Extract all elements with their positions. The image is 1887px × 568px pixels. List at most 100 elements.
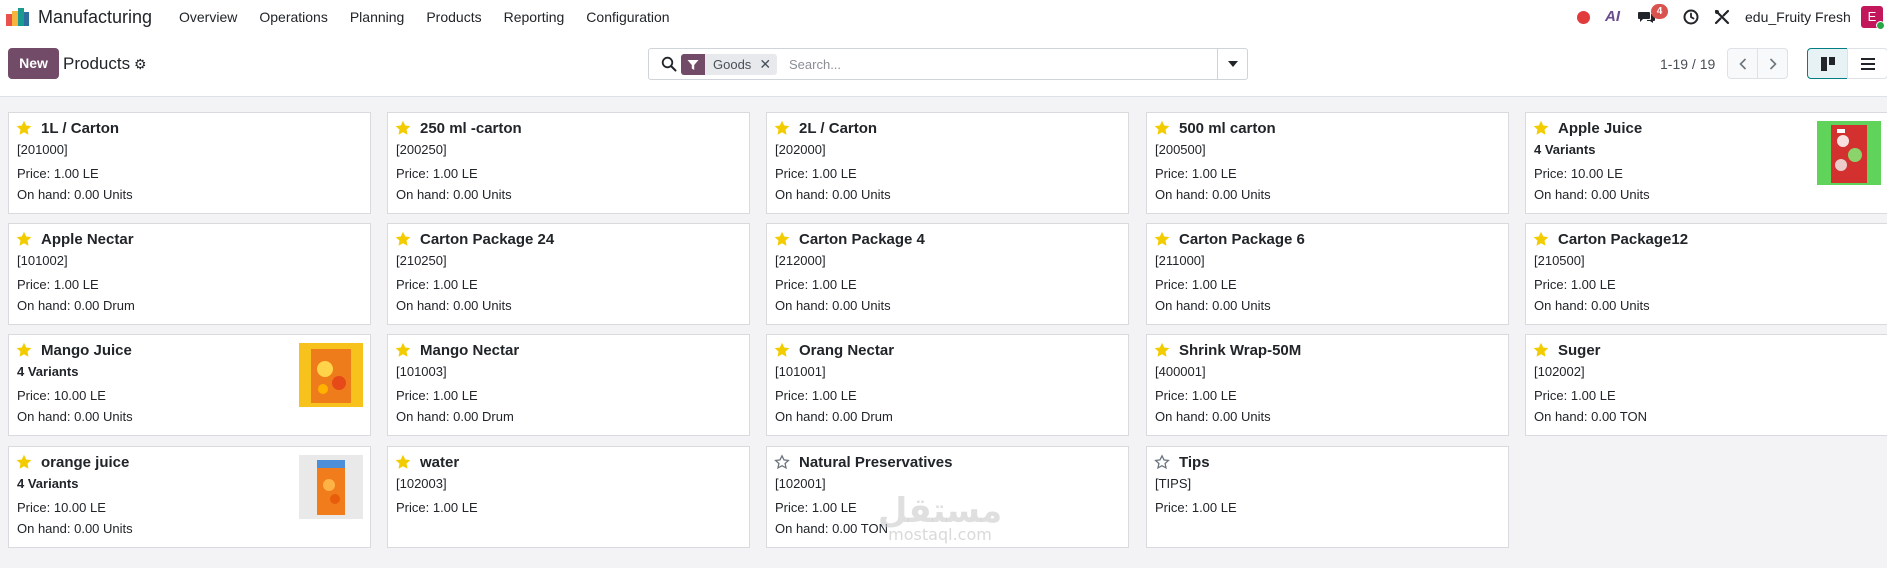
- product-price: Price: 10.00 LE: [17, 388, 106, 403]
- pager-value[interactable]: 1-19 / 19: [1660, 56, 1715, 72]
- product-name: Apple Nectar: [41, 231, 134, 248]
- product-price: Price: 1.00 LE: [396, 388, 478, 403]
- product-card[interactable]: Tips [TIPS] Price: 1.00 LE: [1146, 446, 1509, 548]
- favorite-star-icon[interactable]: [774, 342, 790, 358]
- product-name: Carton Package 24: [420, 231, 555, 248]
- product-on-hand: On hand: 0.00 Units: [1155, 187, 1271, 202]
- search-input[interactable]: [789, 54, 1189, 75]
- product-image: [1817, 121, 1881, 185]
- favorite-star-icon[interactable]: [1154, 120, 1170, 136]
- product-card[interactable]: 250 ml -carton [200250] Price: 1.00 LE On h…: [387, 112, 750, 214]
- product-on-hand: On hand: 0.00 Units: [396, 298, 512, 313]
- favorite-star-icon[interactable]: [395, 120, 411, 136]
- product-card[interactable]: Mango Nectar [101003] Price: 1.00 LE On han…: [387, 334, 750, 436]
- product-reference: [211000]: [1155, 253, 1205, 268]
- favorite-star-icon[interactable]: [1154, 231, 1170, 247]
- list-view-button[interactable]: [1847, 48, 1887, 79]
- product-on-hand: On hand: 0.00 Units: [1155, 298, 1271, 313]
- pager-next-button[interactable]: [1757, 48, 1788, 79]
- product-price: Price: 1.00 LE: [775, 388, 857, 403]
- product-card[interactable]: Carton Package 4 [212000] Price: 1.00 LE On…: [766, 223, 1129, 325]
- menu-configuration[interactable]: Configuration: [575, 0, 680, 34]
- product-card[interactable]: 500 ml carton [200500] Price: 1.00 LE On ha…: [1146, 112, 1509, 214]
- ai-icon[interactable]: AI: [1605, 8, 1620, 25]
- product-reference: [101001]: [775, 364, 826, 379]
- favorite-star-icon[interactable]: [1154, 342, 1170, 358]
- product-reference: [210500]: [1534, 253, 1585, 268]
- product-name: Mango Nectar: [420, 342, 520, 359]
- product-card[interactable]: Shrink Wrap-50M [400001] Price: 1.00 LE On …: [1146, 334, 1509, 436]
- chat-badge: 4: [1651, 4, 1668, 19]
- menu-overview[interactable]: Overview: [168, 0, 248, 34]
- product-reference: [101002]: [17, 253, 68, 268]
- debug-tools-icon[interactable]: [1714, 9, 1730, 25]
- search-icon[interactable]: [661, 56, 677, 72]
- activity-clock-icon[interactable]: [1683, 9, 1699, 25]
- menu-products[interactable]: Products: [415, 0, 492, 34]
- menu-reporting[interactable]: Reporting: [493, 0, 576, 34]
- product-price: Price: 1.00 LE: [1155, 166, 1237, 181]
- favorite-star-icon[interactable]: [774, 120, 790, 136]
- product-name: Apple Juice: [1558, 120, 1643, 137]
- product-card[interactable]: water [102003] Price: 1.00 LE: [387, 446, 750, 548]
- product-on-hand: On hand: 0.00 Units: [775, 187, 891, 202]
- favorite-star-outline-icon[interactable]: [774, 454, 790, 470]
- manufacturing-app-icon[interactable]: [6, 8, 29, 26]
- recording-indicator-icon[interactable]: [1577, 11, 1590, 24]
- product-on-hand: On hand: 0.00 Drum: [17, 298, 135, 313]
- product-card[interactable]: Mango Juice 4 Variants Price: 10.00 LE On h…: [8, 334, 371, 436]
- gear-icon[interactable]: ⚙: [134, 56, 147, 73]
- app-name[interactable]: Manufacturing: [38, 7, 152, 28]
- favorite-star-icon[interactable]: [1533, 231, 1549, 247]
- page-title: Products: [63, 54, 131, 73]
- company-switcher[interactable]: edu_Fruity Fresh: [1745, 9, 1851, 25]
- kanban-icon: [1820, 56, 1835, 71]
- product-name: orange juice: [41, 454, 130, 471]
- product-card[interactable]: Apple Nectar [101002] Price: 1.00 LE On han…: [8, 223, 371, 325]
- product-card[interactable]: Carton Package12 [210500] Price: 1.00 LE On…: [1525, 223, 1887, 325]
- search-facet-goods[interactable]: Goods ✕: [681, 54, 778, 75]
- search-options-toggle[interactable]: [1217, 49, 1247, 79]
- kanban-view-button[interactable]: [1807, 48, 1848, 79]
- product-name: 250 ml -carton: [420, 120, 522, 137]
- product-on-hand: On hand: 0.00 Units: [1534, 187, 1650, 202]
- product-reference: [212000]: [775, 253, 826, 268]
- product-name: Orang Nectar: [799, 342, 895, 359]
- favorite-star-icon[interactable]: [16, 454, 32, 470]
- favorite-star-icon[interactable]: [16, 342, 32, 358]
- product-card[interactable]: 1L / Carton [201000] Price: 1.00 LE On hand…: [8, 112, 371, 214]
- search-bar[interactable]: Goods ✕: [648, 48, 1248, 80]
- product-reference: [102003]: [396, 476, 447, 491]
- menu-operations[interactable]: Operations: [248, 0, 338, 34]
- favorite-star-icon[interactable]: [395, 454, 411, 470]
- menu-planning[interactable]: Planning: [339, 0, 416, 34]
- favorite-star-icon[interactable]: [774, 231, 790, 247]
- product-card[interactable]: Carton Package 6 [211000] Price: 1.00 LE On…: [1146, 223, 1509, 325]
- product-card[interactable]: Orang Nectar [101001] Price: 1.00 LE On han…: [766, 334, 1129, 436]
- favorite-star-icon[interactable]: [16, 120, 32, 136]
- product-reference: [102002]: [1534, 364, 1585, 379]
- favorite-star-outline-icon[interactable]: [1154, 454, 1170, 470]
- product-card[interactable]: Apple Juice 4 Variants Price: 10.00 LE On h…: [1525, 112, 1887, 214]
- close-icon[interactable]: ✕: [759, 56, 777, 73]
- product-card[interactable]: Suger [102002] Price: 1.00 LE On hand: 0.00…: [1525, 334, 1887, 436]
- pager-previous-button[interactable]: [1727, 48, 1758, 79]
- facet-label: Goods: [713, 57, 752, 72]
- product-image: [299, 455, 363, 519]
- product-reference: [200500]: [1155, 142, 1206, 157]
- favorite-star-icon[interactable]: [395, 342, 411, 358]
- favorite-star-icon[interactable]: [395, 231, 411, 247]
- favorite-star-icon[interactable]: [16, 231, 32, 247]
- product-price: Price: 1.00 LE: [17, 277, 99, 292]
- product-card[interactable]: 2L / Carton [202000] Price: 1.00 LE On hand…: [766, 112, 1129, 214]
- favorite-star-icon[interactable]: [1533, 120, 1549, 136]
- product-reference: [202000]: [775, 142, 826, 157]
- new-button[interactable]: New: [8, 48, 59, 79]
- product-card[interactable]: Carton Package 24 [210250] Price: 1.00 LE O…: [387, 223, 750, 325]
- product-name: Shrink Wrap-50M: [1179, 342, 1302, 359]
- favorite-star-icon[interactable]: [1533, 342, 1549, 358]
- product-on-hand: On hand: 0.00 Drum: [775, 409, 893, 424]
- watermark-latin: mostaql.com: [888, 525, 992, 544]
- product-variants: 4 Variants: [17, 476, 79, 491]
- product-card[interactable]: orange juice 4 Variants Price: 10.00 LE On …: [8, 446, 371, 548]
